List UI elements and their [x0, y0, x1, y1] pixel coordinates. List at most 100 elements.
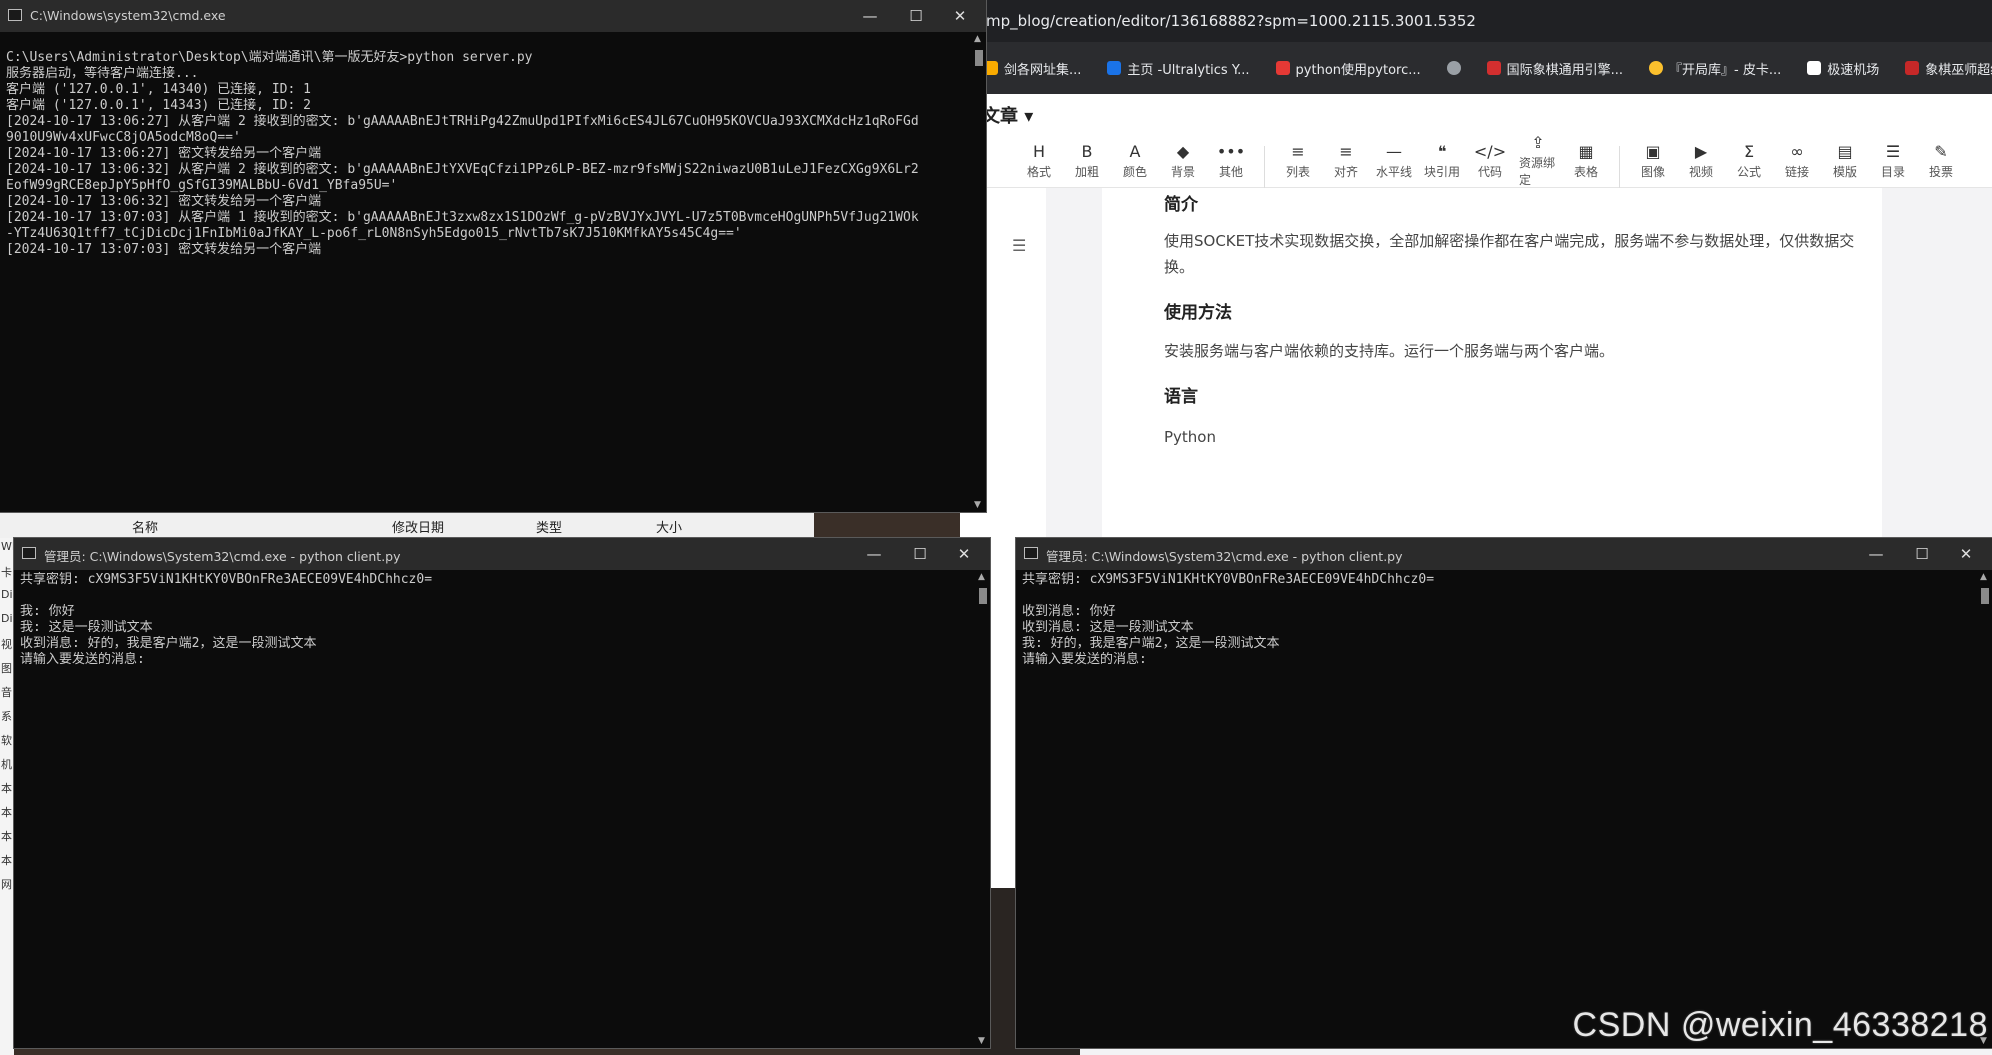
title-bar[interactable]: 管理员: C:\Windows\System32\cmd.exe - pytho…	[14, 538, 990, 570]
scroll-thumb[interactable]	[979, 588, 987, 604]
toolbar-button[interactable]: H 格式	[1020, 132, 1058, 188]
toolbar-button[interactable]: — 水平线	[1375, 132, 1413, 188]
editor-title[interactable]: 文章 ▾	[982, 102, 1033, 128]
server-console-window[interactable]: C:\Windows\system32\cmd.exe — ☐ ✕ C:\Use…	[0, 0, 986, 512]
minimize-button[interactable]: —	[1854, 542, 1898, 566]
scroll-thumb[interactable]	[1981, 588, 1989, 604]
editor-header: 文章 ▾	[960, 94, 1992, 132]
nav-strip-item[interactable]: 本	[1, 852, 12, 868]
toolbar-button[interactable]: B 加粗	[1068, 132, 1106, 188]
toolbar-icon: </>	[1473, 141, 1507, 161]
paragraph-intro: 使用SOCKET技术实现数据交换，全部加解密操作都在客户端完成，服务端不参与数据…	[1164, 232, 1855, 276]
nav-strip-item[interactable]: 图	[1, 660, 12, 676]
console-output[interactable]: 共享密钥: cX9MS3F5ViN1KHtKY0VBOnFRe3AECE09VE…	[14, 570, 976, 1048]
bookmark-item[interactable]: python使用pytorc...	[1275, 59, 1421, 78]
address-url[interactable]: mp_blog/creation/editor/136168882?spm=10…	[986, 12, 1476, 30]
toolbar-button[interactable]: A 颜色	[1116, 132, 1154, 188]
column-size[interactable]: 大小	[656, 517, 682, 536]
nav-strip-item[interactable]: Di	[1, 588, 13, 601]
scroll-down-icon[interactable]: ▼	[974, 500, 981, 510]
scrollbar[interactable]: ▲ ▼	[1978, 570, 1992, 1048]
nav-strip-item[interactable]: Di	[1, 612, 13, 625]
toolbar-button[interactable]: ▤ 模版	[1826, 132, 1864, 188]
bookmark-item[interactable]: 国际象棋通用引擎...	[1486, 59, 1623, 78]
toolbar-button[interactable]: ❝ 块引用	[1423, 132, 1461, 188]
toolbar-button[interactable]: ◆ 背景	[1164, 132, 1202, 188]
bookmark-item[interactable]: 极速机场	[1807, 59, 1879, 78]
nav-strip-item[interactable]: 网	[1, 876, 12, 892]
toolbar-button[interactable]: ▶ 视频	[1682, 132, 1720, 188]
client2-console-window[interactable]: 管理员: C:\Windows\System32\cmd.exe - pytho…	[1016, 538, 1992, 1048]
nav-strip-item[interactable]: 系	[1, 708, 12, 724]
scrollbar[interactable]: ▲ ▼	[976, 570, 990, 1048]
nav-strip-item[interactable]: 视	[1, 636, 12, 652]
toolbar-button[interactable]: ≡ 对齐	[1327, 132, 1365, 188]
article-body[interactable]: 简介 使用SOCKET技术实现数据交换，全部加解密操作都在客户端完成，服务端不参…	[1102, 188, 1882, 538]
bookmark-item[interactable]: 象棋巫师超级引擎 -...	[1905, 59, 1992, 78]
console-line: 我: 好的，我是客户端2，这是一段测试文本	[1022, 636, 1280, 651]
address-bar[interactable]: mp_blog/creation/editor/136168882?spm=10…	[960, 0, 1992, 42]
close-button[interactable]: ✕	[1944, 542, 1988, 566]
nav-strip-item[interactable]: 本	[1, 780, 12, 796]
toolbar-label: 表格	[1573, 164, 1598, 179]
maximize-button[interactable]: ☐	[894, 4, 938, 28]
console-line: 收到消息: 这是一段测试文本	[1022, 620, 1194, 635]
scroll-up-icon[interactable]: ▲	[974, 34, 981, 44]
console-output[interactable]: C:\Users\Administrator\Desktop\端对端通讯\第一版…	[0, 32, 972, 512]
bookmark-item[interactable]: 主页 -Ultralytics Y...	[1107, 59, 1250, 78]
scroll-down-icon[interactable]: ▼	[978, 1036, 985, 1046]
column-date[interactable]: 修改日期	[392, 517, 444, 536]
bookmark-icon	[1905, 61, 1920, 75]
minimize-button[interactable]: —	[852, 542, 896, 566]
toolbar-button[interactable]: </> 代码	[1471, 132, 1509, 188]
title-bar[interactable]: C:\Windows\system32\cmd.exe — ☐ ✕	[0, 0, 986, 32]
toolbar-icon: H	[1032, 141, 1046, 161]
scrollbar[interactable]: ▲ ▼	[972, 32, 986, 512]
toolbar-button[interactable]: ▣ 图像	[1634, 132, 1672, 188]
bookmark-icon	[1807, 61, 1822, 75]
console-line: 我: 你好	[20, 604, 75, 619]
toolbar-button[interactable]: ▦ 表格	[1567, 132, 1605, 188]
toolbar-button[interactable]: ∞ 链接	[1778, 132, 1816, 188]
nav-strip-item[interactable]: 本	[1, 828, 12, 844]
column-type[interactable]: 类型	[536, 517, 562, 536]
close-button[interactable]: ✕	[942, 542, 986, 566]
minimize-button[interactable]: —	[848, 4, 892, 28]
toolbar-button[interactable]: ≡ 列表	[1279, 132, 1317, 188]
toolbar-label: 投票	[1928, 164, 1953, 179]
scroll-up-icon[interactable]: ▲	[1980, 572, 1987, 582]
heading-usage: 使用方法	[1164, 303, 1232, 323]
toolbar-label: 代码	[1477, 164, 1502, 179]
nav-strip-item[interactable]: 卡	[1, 564, 12, 580]
scroll-thumb[interactable]	[975, 50, 983, 66]
toolbar-button[interactable]: ☰ 目录	[1874, 132, 1912, 188]
nav-strip-item[interactable]: 软	[1, 732, 12, 748]
close-button[interactable]: ✕	[938, 4, 982, 28]
nav-strip-item[interactable]: 本	[1, 804, 12, 820]
nav-strip-item[interactable]: 音	[1, 684, 12, 700]
client1-console-window[interactable]: 管理员: C:\Windows\System32\cmd.exe - pytho…	[14, 538, 990, 1048]
console-output[interactable]: 共享密钥: cX9MS3F5ViN1KHtKY0VBOnFRe3AECE09VE…	[1016, 570, 1978, 1048]
toolbar-button[interactable]: Σ 公式	[1730, 132, 1768, 188]
nav-strip-item[interactable]: 机	[1, 756, 12, 772]
column-name[interactable]: 名称	[132, 517, 158, 536]
console-line: [2024-10-17 13:07:03] 从客户端 1 接收到的密文: b'g…	[6, 210, 919, 225]
toolbar-button[interactable]: ••• 其他	[1212, 132, 1250, 188]
toolbar-button[interactable]: ✎ 投票	[1922, 132, 1960, 188]
toolbar-label: 列表	[1285, 164, 1310, 179]
outline-toggle-icon[interactable]: ☰	[1012, 236, 1026, 255]
maximize-button[interactable]: ☐	[898, 542, 942, 566]
bookmark-item[interactable]: 剑各网址集...	[984, 59, 1081, 78]
toolbar-icon: ▣	[1645, 141, 1661, 161]
toolbar-icon: B	[1081, 141, 1093, 161]
bookmark-item[interactable]: 『开局库』- 皮卡...	[1649, 59, 1781, 78]
paragraph-language: Python	[1164, 428, 1216, 446]
paragraph-usage: 安装服务端与客户端依赖的支持库。运行一个服务端与两个客户端。	[1164, 342, 1615, 360]
maximize-button[interactable]: ☐	[1900, 542, 1944, 566]
bookmark-item[interactable]	[1446, 61, 1461, 75]
bookmark-icon	[984, 61, 998, 75]
title-bar[interactable]: 管理员: C:\Windows\System32\cmd.exe - pytho…	[1016, 538, 1992, 570]
toolbar-button[interactable]: ⇪ 资源绑定	[1519, 132, 1557, 188]
scroll-up-icon[interactable]: ▲	[978, 572, 985, 582]
